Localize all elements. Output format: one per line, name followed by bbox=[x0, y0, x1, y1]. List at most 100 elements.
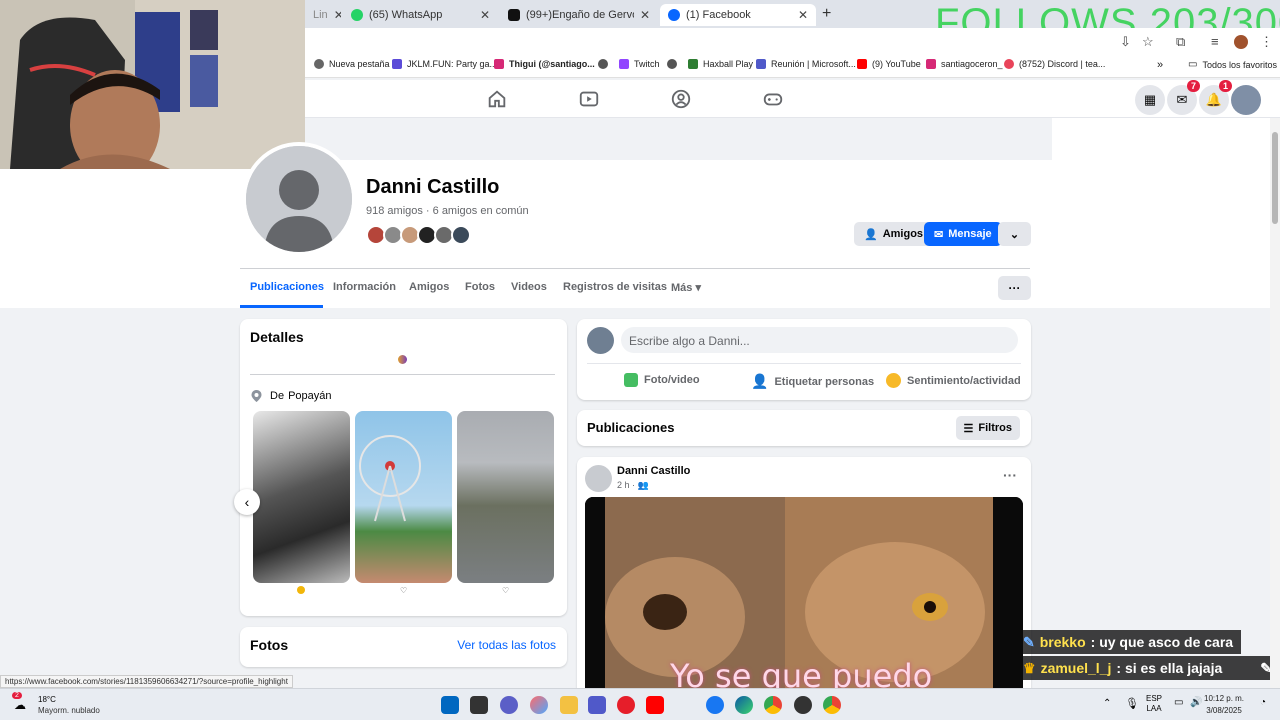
tab-informacion[interactable]: Información bbox=[333, 281, 396, 293]
haxball-icon bbox=[688, 59, 698, 69]
photo-video-button[interactable]: Foto/video bbox=[624, 373, 700, 387]
tab-amigos[interactable]: Amigos bbox=[409, 281, 449, 293]
task-view-icon[interactable] bbox=[470, 696, 488, 714]
close-tab-icon[interactable]: ✕ bbox=[334, 8, 341, 22]
bookmark-jklm[interactable]: JKLM.FUN: Party ga... bbox=[392, 59, 497, 69]
composer-input[interactable]: Escribe algo a Danni... bbox=[621, 327, 1018, 353]
more-options-icon[interactable]: ··· bbox=[998, 276, 1031, 300]
tab-label: (1) Facebook bbox=[686, 9, 751, 21]
language-indicator[interactable]: ESP LAA bbox=[1146, 694, 1162, 714]
video-icon[interactable] bbox=[578, 88, 600, 110]
system-clock[interactable]: 10:12 p. m. 3/08/2025 bbox=[1204, 693, 1244, 717]
hometown-city[interactable]: Popayán bbox=[288, 390, 331, 402]
close-tab-icon[interactable]: ✕ bbox=[480, 8, 490, 22]
story-highlight[interactable] bbox=[457, 411, 554, 583]
bookmarks-overflow-icon[interactable]: » bbox=[1157, 59, 1163, 71]
feeling-activity-button[interactable]: Sentimiento/actividad bbox=[886, 373, 1021, 388]
weather-widget[interactable]: ☁ 2 18°C Mayorm. nublado bbox=[12, 692, 100, 716]
chrome-profile-icon[interactable] bbox=[794, 696, 812, 714]
tab-registros-de-visitas[interactable]: Registros de visitas bbox=[563, 281, 667, 293]
story-highlight[interactable] bbox=[355, 411, 452, 583]
tab-1[interactable]: Lin ✕ bbox=[305, 4, 341, 26]
bookmark-generic[interactable] bbox=[667, 59, 677, 69]
bookmark-teams[interactable]: Reunión | Microsoft... bbox=[756, 59, 856, 69]
account-avatar[interactable] bbox=[1231, 85, 1261, 115]
story-highlight[interactable] bbox=[253, 411, 350, 583]
post-timestamp[interactable]: 2 h · 👥 bbox=[617, 480, 649, 491]
teams-icon[interactable] bbox=[588, 696, 606, 714]
post-author[interactable]: Danni Castillo bbox=[617, 465, 690, 477]
message-button-label: Mensaje bbox=[948, 228, 992, 240]
bookmark-star-icon[interactable]: ☆ bbox=[1142, 34, 1154, 50]
edge-icon[interactable] bbox=[735, 696, 753, 714]
close-tab-icon[interactable]: ✕ bbox=[640, 8, 650, 22]
mutual-friends-avatars[interactable] bbox=[366, 225, 471, 245]
volume-icon[interactable]: 🔊 bbox=[1190, 697, 1202, 708]
tab-mas[interactable]: Más ▾ bbox=[671, 281, 701, 294]
see-all-photos-link[interactable]: Ver todas las fotos bbox=[457, 638, 556, 652]
bookmark-nueva-pestana[interactable]: Nueva pestaña bbox=[314, 59, 390, 69]
chrome-icon[interactable] bbox=[764, 696, 782, 714]
all-favorites[interactable]: ▭ Todos los favoritos bbox=[1188, 59, 1277, 70]
gaming-icon[interactable] bbox=[762, 88, 784, 110]
menu-grid-icon[interactable]: ▦ bbox=[1135, 85, 1165, 115]
windows-start-icon[interactable] bbox=[441, 696, 459, 714]
bookmark-instagram-santiago[interactable]: santiagoceron_ bbox=[926, 59, 1003, 69]
chrome-icon[interactable] bbox=[823, 696, 841, 714]
friends-count[interactable]: 918 amigos · 6 amigos en común bbox=[366, 205, 529, 217]
bookmark-twitch[interactable]: Twitch bbox=[619, 59, 660, 69]
tab-facebook[interactable]: (1) Facebook ✕ bbox=[660, 4, 816, 26]
bookmark-generic[interactable] bbox=[598, 59, 608, 69]
tab-fotos[interactable]: Fotos bbox=[465, 281, 495, 293]
microphone-icon[interactable]: 🎙 bbox=[1125, 697, 1139, 710]
bookmark-youtube[interactable]: (9) YouTube bbox=[857, 59, 921, 69]
windows-taskbar: ☁ 2 18°C Mayorm. nublado ⌃ 🎙 ESP LAA ▭ 🔊… bbox=[0, 688, 1280, 720]
friend-avatar[interactable] bbox=[451, 225, 471, 245]
friends-button[interactable]: 👤 Amigos bbox=[854, 222, 934, 246]
tab-publicaciones[interactable]: Publicaciones bbox=[250, 281, 324, 293]
tag-people-button[interactable]: 👤 Etiquetar personas bbox=[751, 373, 874, 390]
post-options-icon[interactable]: ··· bbox=[1003, 467, 1017, 483]
chevron-down-icon[interactable]: ⌄ bbox=[998, 222, 1031, 246]
tab-whatsapp[interactable]: (65) WhatsApp ✕ bbox=[343, 4, 498, 26]
chevron-up-icon[interactable]: ⌃ bbox=[1103, 698, 1111, 709]
file-explorer-icon[interactable] bbox=[560, 696, 578, 714]
bookmark-discord[interactable]: (8752) Discord | tea... bbox=[1004, 59, 1105, 69]
youtube-icon[interactable] bbox=[646, 696, 664, 714]
browser-menu-icon[interactable]: ⋮ bbox=[1260, 34, 1273, 50]
chat-app-icon[interactable] bbox=[500, 696, 518, 714]
tab-videos[interactable]: Videos bbox=[511, 281, 547, 293]
media-control-icon[interactable]: ≡ bbox=[1211, 34, 1219, 49]
close-tab-icon[interactable]: ✕ bbox=[798, 8, 808, 22]
avatar[interactable] bbox=[587, 327, 614, 354]
opera-icon[interactable] bbox=[617, 696, 635, 714]
bookmark-haxball[interactable]: Haxball Play bbox=[688, 59, 753, 69]
tab-tiktok[interactable]: (99+)Engaño de Gervonta Davis ✕ bbox=[500, 4, 658, 26]
all-favorites-label: Todos los favoritos bbox=[1202, 59, 1277, 70]
profile-avatar-icon[interactable] bbox=[1234, 35, 1248, 49]
heart-icon: ♡ bbox=[400, 586, 408, 595]
notifications-icon[interactable]: 🔔 1 bbox=[1199, 80, 1232, 115]
bookmark-instagram-thigui[interactable]: Thigui (@santiago... bbox=[494, 59, 595, 69]
messenger-icon[interactable]: ✉ 7 bbox=[1167, 80, 1200, 115]
youtube-icon bbox=[857, 59, 867, 69]
home-icon[interactable] bbox=[486, 88, 508, 110]
filters-button[interactable]: ☰ Filtros bbox=[955, 416, 1020, 440]
scrollbar-thumb[interactable] bbox=[1272, 132, 1278, 224]
temperature: 18°C bbox=[38, 695, 56, 704]
message-button[interactable]: ✉ Mensaje bbox=[924, 222, 1002, 246]
copilot-icon[interactable] bbox=[530, 696, 548, 714]
install-app-icon[interactable]: ⇩ bbox=[1120, 34, 1131, 50]
page-scrollbar[interactable] bbox=[1270, 118, 1280, 688]
groups-icon[interactable] bbox=[670, 88, 692, 110]
avatar[interactable] bbox=[585, 465, 612, 492]
notification-center-icon[interactable]: ◔ bbox=[1260, 697, 1266, 708]
extensions-icon[interactable]: ⧉ bbox=[1176, 34, 1185, 50]
new-tab-icon[interactable]: + bbox=[822, 5, 831, 23]
post-video[interactable]: Yo se que puedo bbox=[585, 497, 1023, 697]
network-icon[interactable]: ▭ bbox=[1174, 697, 1183, 708]
posts-header: Publicaciones ☰ Filtros bbox=[577, 410, 1031, 446]
profile-picture[interactable] bbox=[242, 142, 356, 256]
facebook-icon[interactable] bbox=[706, 696, 724, 714]
chevron-left-icon[interactable]: ‹ bbox=[234, 489, 260, 515]
